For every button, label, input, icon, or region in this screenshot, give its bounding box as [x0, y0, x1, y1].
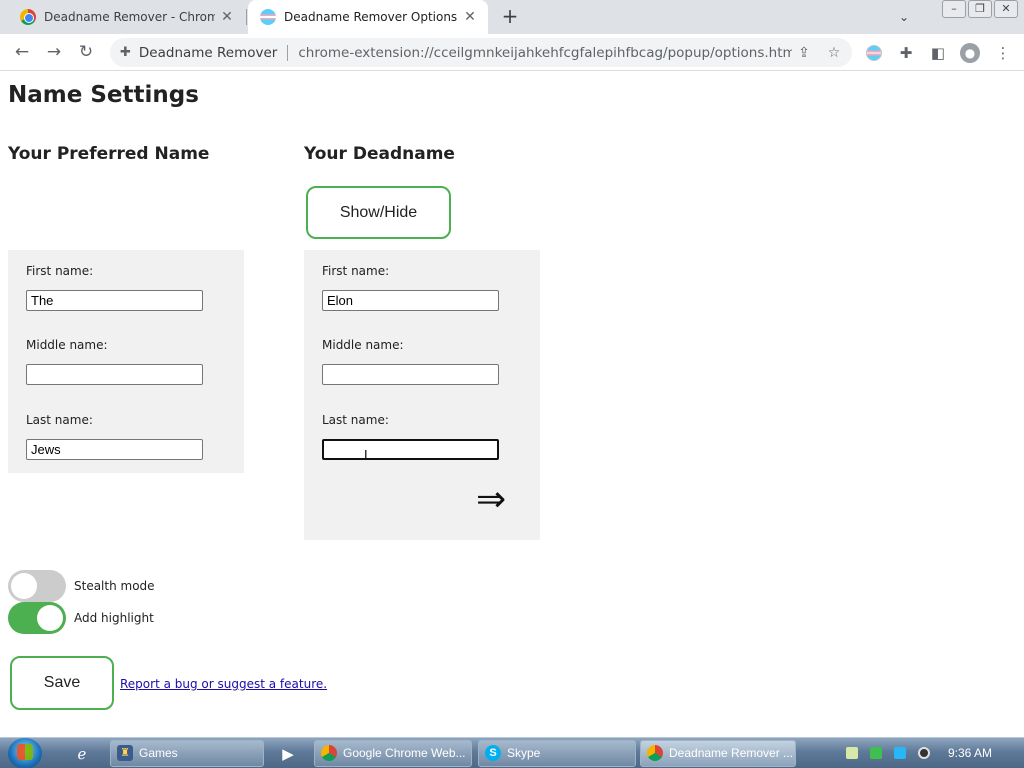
preferred-name-heading: Your Preferred Name	[8, 144, 210, 164]
toggle-knob	[37, 605, 63, 631]
preferred-middle-name-label: Middle name:	[26, 338, 108, 352]
chrome-icon	[321, 745, 337, 761]
preferred-last-name-label: Last name:	[26, 413, 93, 427]
forward-arrow-icon[interactable]: →	[42, 40, 66, 64]
tray-network-icon[interactable]	[870, 747, 882, 759]
deadname-first-name-label: First name:	[322, 264, 390, 278]
browser-toolbar: ← → ↻ ✚ Deadname Remover chrome-extensio…	[0, 34, 1024, 71]
tab-search-icon[interactable]: ⌄	[892, 6, 916, 28]
taskbar-item-label: Google Chrome Web...	[343, 746, 466, 760]
taskbar-clock[interactable]: 9:36 AM	[948, 746, 992, 760]
options-page: Name Settings Your Preferred Name Your D…	[0, 72, 1024, 737]
chrome-web-store-icon	[20, 9, 36, 25]
tab-divider	[246, 9, 247, 25]
tray-notes-icon[interactable]	[846, 747, 858, 759]
toggle-knob	[11, 573, 37, 599]
minimize-button[interactable]: –	[942, 0, 966, 18]
taskbar-item-chrome-web-store[interactable]: Google Chrome Web...	[314, 740, 472, 767]
page-title: Name Settings	[8, 82, 199, 108]
tab-title: Deadname Remover - Chrome W	[44, 10, 215, 24]
taskbar-item-deadname-remover[interactable]: Deadname Remover ...	[640, 740, 796, 767]
stealth-mode-label: Stealth mode	[74, 579, 155, 593]
deadname-panel: First name: Elon Middle name: Last name:…	[304, 250, 540, 540]
deadname-middle-name-label: Middle name:	[322, 338, 404, 352]
deadname-last-name-label: Last name:	[322, 413, 389, 427]
chrome-icon	[647, 745, 663, 761]
windows-logo-icon	[17, 744, 33, 760]
trans-flag-icon	[260, 9, 276, 25]
address-bar[interactable]: ✚ Deadname Remover chrome-extension://cc…	[110, 38, 852, 67]
taskbar-item-label: Deadname Remover ...	[669, 746, 794, 760]
taskbar-item-skype[interactable]: S Skype	[478, 740, 636, 767]
skype-icon: S	[485, 745, 501, 761]
preferred-first-name-label: First name:	[26, 264, 94, 278]
tab-close-icon[interactable]: ✕	[458, 9, 482, 25]
omnibox-separator	[287, 44, 289, 61]
share-icon[interactable]: ⇪	[792, 45, 816, 61]
deadname-middle-name-input[interactable]	[322, 364, 499, 385]
internet-explorer-icon[interactable]: ℯ	[70, 742, 94, 766]
tray-webcam-icon[interactable]	[918, 747, 930, 759]
stealth-mode-row: Stealth mode	[8, 570, 155, 602]
close-window-button[interactable]: ✕	[994, 0, 1018, 18]
text-cursor-icon: I	[364, 447, 368, 462]
games-icon: ♜	[117, 745, 133, 761]
preferred-middle-name-input[interactable]	[26, 364, 203, 385]
add-highlight-toggle[interactable]	[8, 602, 66, 634]
media-player-icon[interactable]: ▶	[276, 742, 300, 766]
taskbar-item-label: Games	[139, 746, 178, 760]
preferred-first-name-input[interactable]: The	[26, 290, 203, 311]
add-highlight-row: Add highlight	[8, 602, 154, 634]
taskbar-item-label: Skype	[507, 746, 541, 760]
taskbar-item-games[interactable]: ♜ Games	[110, 740, 264, 767]
right-double-arrow-icon[interactable]: ⇒	[476, 482, 506, 518]
url-text[interactable]: chrome-extension://cceilgmnkeijahkehfcgf…	[298, 45, 792, 61]
deadname-first-name-input[interactable]: Elon	[322, 290, 499, 311]
tab-options[interactable]: Deadname Remover Options ✕	[248, 0, 488, 34]
save-button[interactable]: Save	[10, 656, 114, 710]
profile-avatar-icon[interactable]: ●	[960, 43, 980, 63]
tab-close-icon[interactable]: ✕	[215, 9, 239, 25]
stealth-mode-toggle[interactable]	[8, 570, 66, 602]
deadname-remover-extension-icon[interactable]	[866, 45, 882, 61]
preferred-last-name-input[interactable]: Jews	[26, 439, 203, 460]
extensions-puzzle-icon[interactable]: ✚	[895, 42, 917, 64]
site-chip: Deadname Remover	[138, 44, 278, 61]
tab-title: Deadname Remover Options	[284, 10, 458, 24]
extension-puzzle-icon: ✚	[120, 45, 131, 60]
back-arrow-icon[interactable]: ←	[10, 40, 34, 64]
deadname-heading: Your Deadname	[304, 144, 455, 164]
windows-taskbar: ℯ ♜ Games ▶ Google Chrome Web... S Skype…	[0, 737, 1024, 768]
preferred-name-panel: First name: The Middle name: Last name: …	[8, 250, 244, 473]
restore-button[interactable]: ❐	[968, 0, 992, 18]
tab-strip: Deadname Remover - Chrome W ✕ Deadname R…	[0, 0, 1024, 34]
reload-icon[interactable]: ↻	[74, 40, 98, 64]
new-tab-button[interactable]: +	[498, 5, 522, 29]
side-panel-icon[interactable]: ◧	[927, 42, 949, 64]
bookmark-star-icon[interactable]: ☆	[822, 45, 846, 61]
window-controls: – ❐ ✕	[940, 0, 1018, 18]
deadname-last-name-input[interactable]: I	[322, 439, 499, 462]
add-highlight-label: Add highlight	[74, 611, 154, 625]
tray-display-icon[interactable]	[894, 747, 906, 759]
show-hide-button[interactable]: Show/Hide	[306, 186, 451, 239]
start-button[interactable]	[8, 738, 42, 768]
tab-chrome-web-store[interactable]: Deadname Remover - Chrome W ✕	[0, 0, 245, 34]
system-tray: 9:36 AM	[838, 738, 1024, 768]
report-bug-link[interactable]: Report a bug or suggest a feature.	[120, 677, 327, 691]
kebab-menu-icon[interactable]: ⋮	[992, 42, 1014, 64]
